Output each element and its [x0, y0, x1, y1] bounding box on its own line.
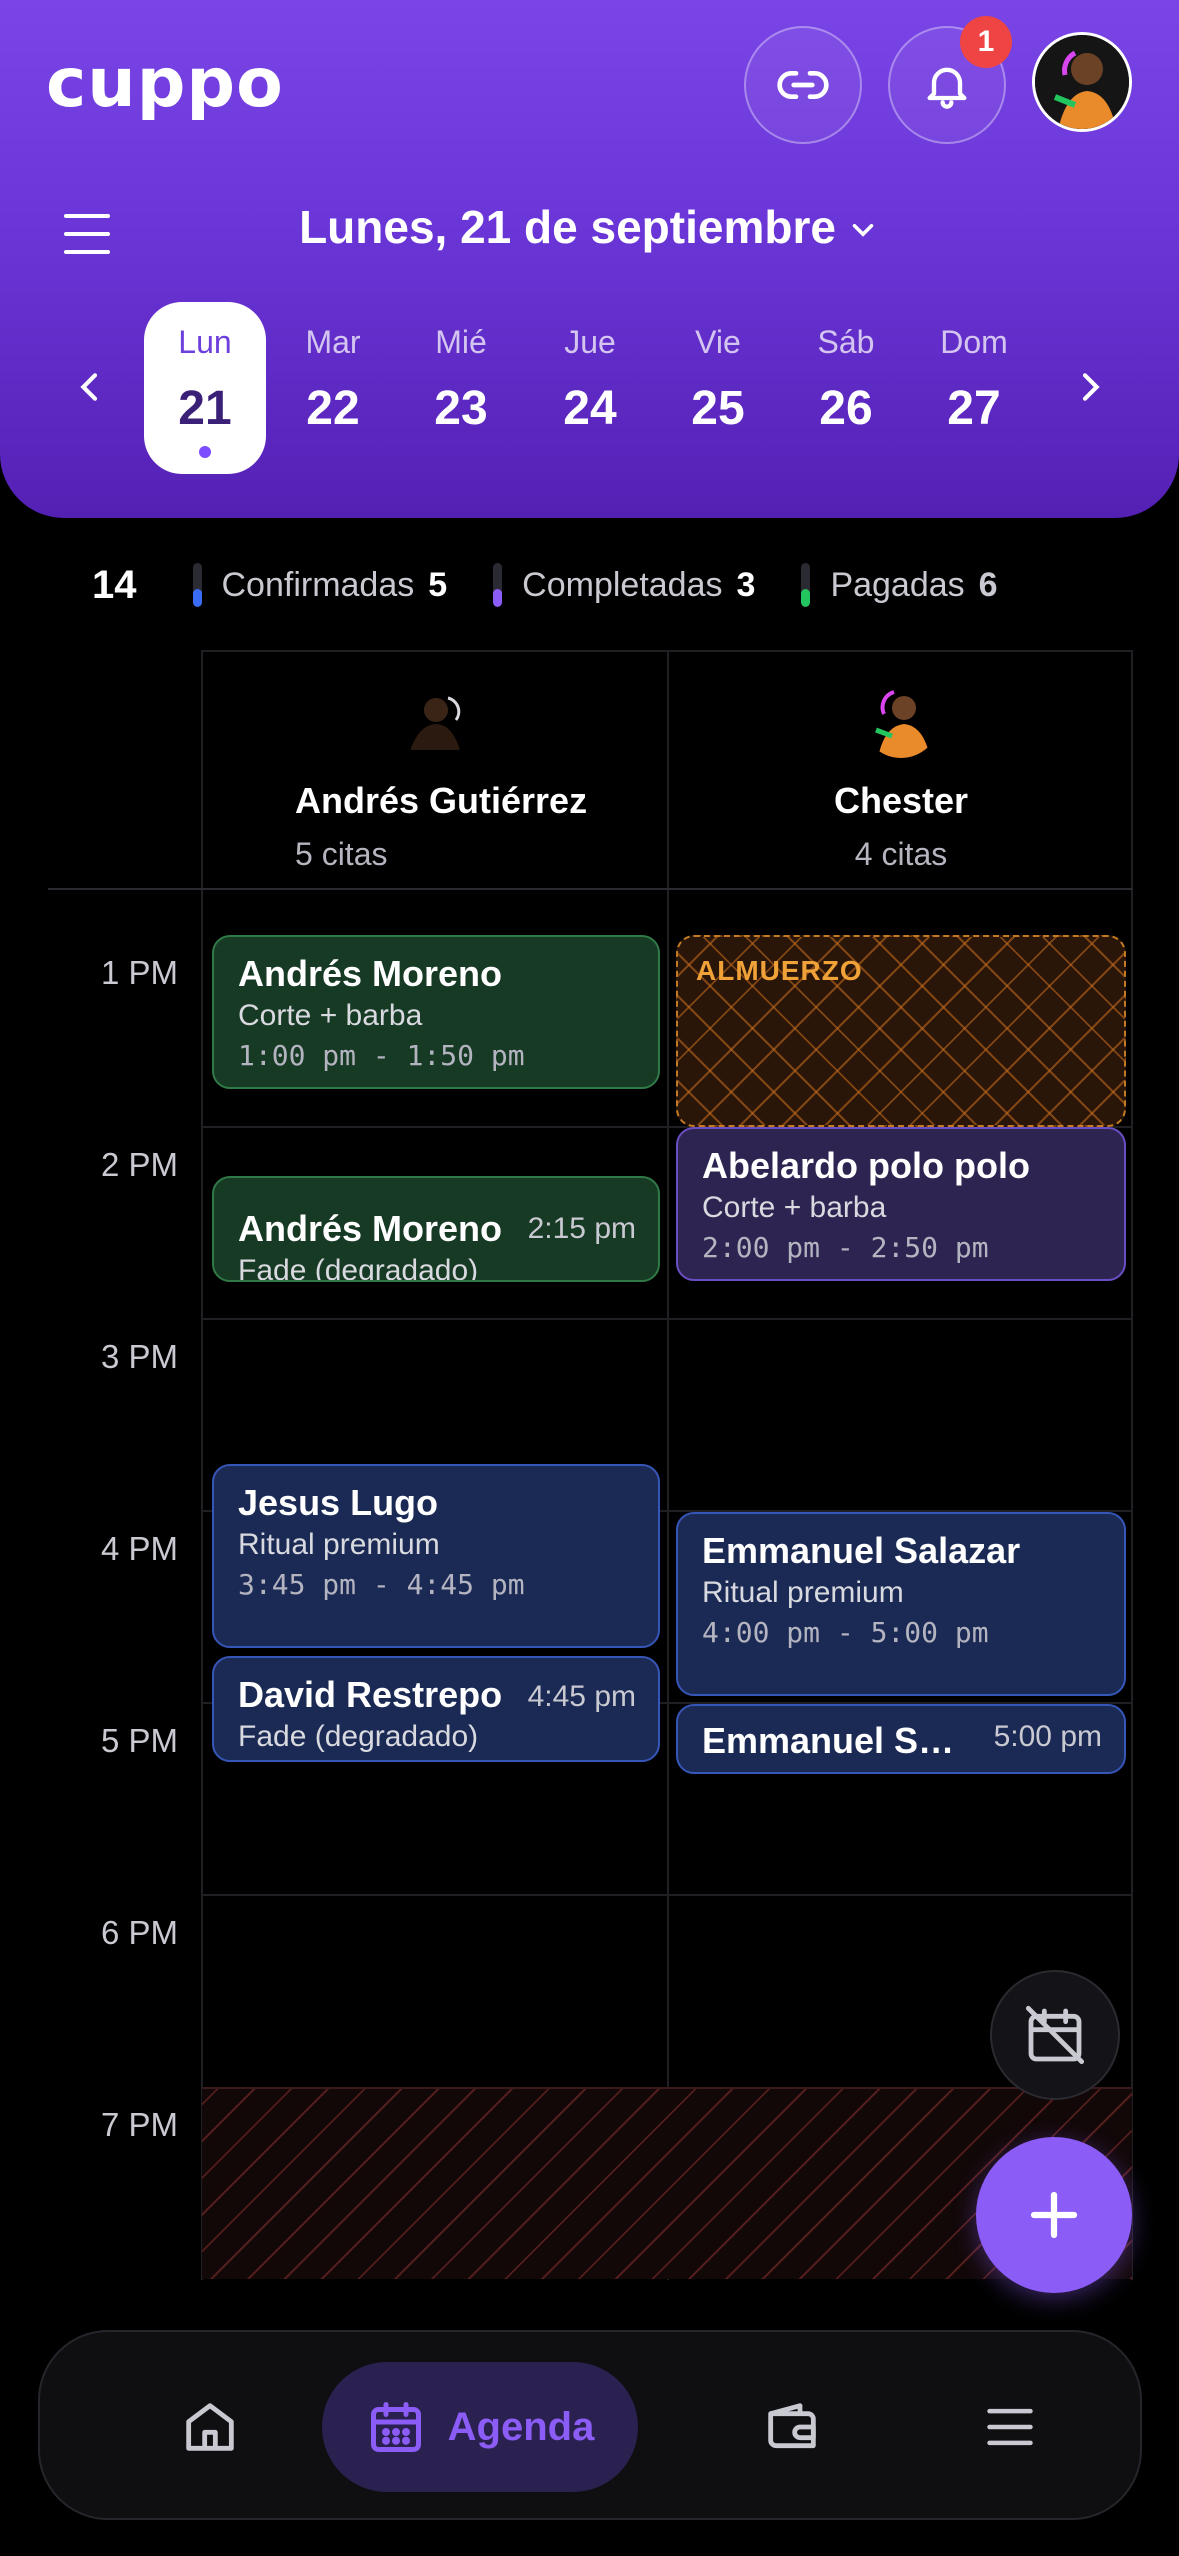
date-selector[interactable]: Lunes, 21 de septiembre: [0, 200, 1179, 258]
appointment-card[interactable]: Abelardo polo polo Corte + barba 2:00 pm…: [676, 1127, 1126, 1281]
day-wed[interactable]: Mié 23: [400, 302, 522, 474]
grid-divider: [48, 888, 1133, 890]
date-title: Lunes, 21 de septiembre: [299, 201, 836, 253]
chevron-left-icon: [80, 373, 98, 401]
hour-line: [201, 1894, 1133, 1896]
lunch-block: ALMUERZO: [676, 935, 1126, 1127]
stat-confirmed[interactable]: Confirmadas 5: [192, 563, 447, 607]
link-icon: [777, 71, 829, 99]
staff-appointment-count: 5 citas: [295, 836, 388, 872]
staff-column-andres[interactable]: Andrés Gutiérrez 5 citas: [203, 652, 667, 888]
appointment-card[interactable]: David Restrepo Fade (degradado) 4:45 pm: [212, 1656, 660, 1762]
next-week-button[interactable]: [1070, 362, 1110, 417]
hour-label: 6 PM: [100, 1914, 178, 1951]
grid-divider: [667, 650, 669, 2280]
nav-agenda-label: Agenda: [447, 2404, 595, 2449]
notification-badge: 1: [960, 16, 1012, 68]
notifications-button[interactable]: 1: [888, 16, 1012, 144]
block-time-button[interactable]: [990, 1970, 1120, 2100]
prev-week-button[interactable]: [70, 362, 110, 417]
day-mon[interactable]: Lun 21: [144, 302, 266, 474]
nav-agenda[interactable]: Agenda: [322, 2362, 638, 2492]
hour-label: 7 PM: [100, 2106, 178, 2143]
appointment-card[interactable]: Jesus Lugo Ritual premium 3:45 pm - 4:45…: [212, 1464, 660, 1648]
chevron-right-icon: [1082, 373, 1100, 401]
status-summary: 14 Confirmadas 5 Completadas 3 Pagadas 6: [92, 555, 1044, 615]
staff-avatar: [396, 680, 474, 758]
staff-column-chester[interactable]: Chester 4 citas: [669, 652, 1133, 888]
appointment-card[interactable]: Andrés Moreno Corte + barba 1:00 pm - 1:…: [212, 935, 660, 1089]
appointment-card[interactable]: Emmanuel Sal... 5:00 pm: [676, 1704, 1126, 1774]
stat-paid[interactable]: Pagadas 6: [801, 563, 998, 607]
hour-label: 5 PM: [100, 1722, 178, 1759]
staff-appointment-count: 4 citas: [854, 836, 948, 872]
nav-home[interactable]: [130, 2332, 290, 2522]
total-count: 14: [92, 562, 137, 607]
user-avatar[interactable]: [1032, 32, 1132, 132]
hour-line: [201, 1318, 1133, 1320]
hour-label: 4 PM: [100, 1530, 178, 1567]
staff-name: Andrés Gutiérrez: [295, 780, 588, 821]
staff-avatar: [862, 680, 940, 758]
add-appointment-button[interactable]: [976, 2137, 1132, 2293]
day-sun[interactable]: Dom 27: [913, 302, 1035, 474]
bottom-nav: Agenda: [38, 2330, 1142, 2520]
header: cuppo 1 Lunes, 21 de septiembre Lun 21 M…: [0, 0, 1179, 518]
calendar-off-icon: [1025, 2005, 1085, 2065]
staff-name: Chester: [833, 780, 969, 821]
nav-menu[interactable]: [930, 2332, 1090, 2522]
share-link-button[interactable]: [744, 26, 862, 144]
day-fri[interactable]: Vie 25: [657, 302, 779, 474]
bell-icon: [927, 67, 967, 109]
chevron-down-icon: [852, 223, 874, 237]
hour-label: 3 PM: [100, 1338, 178, 1375]
appointment-card[interactable]: Emmanuel Salazar Ritual premium 4:00 pm …: [676, 1512, 1126, 1696]
grid-divider: [201, 650, 203, 2280]
calendar-icon: [370, 2402, 421, 2452]
selected-dot: [199, 446, 211, 458]
hour-label: 2 PM: [100, 1146, 178, 1183]
day-tue[interactable]: Mar 22: [272, 302, 394, 474]
nav-wallet[interactable]: [712, 2332, 872, 2522]
lunch-label: ALMUERZO: [696, 955, 863, 986]
day-sat[interactable]: Sáb 26: [785, 302, 907, 474]
home-icon: [186, 2403, 234, 2451]
hamburger-icon: [987, 2408, 1033, 2446]
stat-completed[interactable]: Completadas 3: [493, 563, 755, 607]
wallet-icon: [768, 2403, 816, 2449]
app-logo: cuppo: [46, 44, 284, 123]
grid-divider: [1131, 650, 1133, 2280]
plus-icon: [1030, 2191, 1078, 2239]
day-thu[interactable]: Jue 24: [529, 302, 651, 474]
appointment-card[interactable]: Andrés Moreno Fade (degradado) 2:15 pm: [212, 1176, 660, 1282]
hour-label: 1 PM: [100, 954, 178, 991]
